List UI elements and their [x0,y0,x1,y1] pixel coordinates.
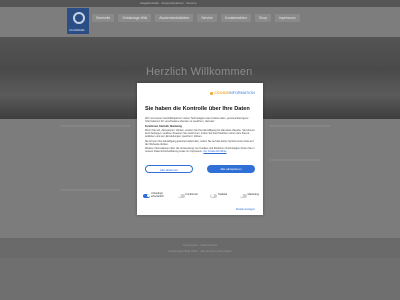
nav-item-impressum[interactable]: Impressum [274,14,300,22]
content-line [60,189,120,191]
nav-item-service[interactable]: Service [197,14,217,22]
toggle-functional: Funktional [177,193,198,198]
site-header: AKADEMIE Startseite Geldanlage-Wiki Akad… [0,7,400,37]
body-text: Weitere Informationen über die Verwendun… [145,147,255,154]
dialog-title: Sie haben die Kontrolle über Ihre Daten [145,106,250,112]
marketing-switch[interactable] [239,193,247,198]
statistics-switch[interactable] [210,193,217,198]
top-bar: Abgabenstelle · Ansprechpartner · Servic… [0,0,400,7]
switch-knob [240,194,244,198]
nav-item-wiki[interactable]: Geldanlage-Wiki [118,14,152,22]
body-paragraph: Weitere Informationen über die Verwendun… [145,147,255,153]
top-bar-text: Abgabenstelle · Ansprechpartner · Servic… [140,1,197,5]
switch-knob [210,194,214,198]
nav-item-startseite[interactable]: Startseite [92,14,115,22]
toggle-label: Statistik [218,193,228,197]
body-paragraph: Wir und unsere Geschäftspartner nutzen T… [145,117,249,124]
dialog-body: Wir und unsere Geschäftspartner nutzen T… [145,117,255,155]
necessary-switch[interactable] [143,193,150,198]
accept-all-button[interactable]: Alle akzeptieren [207,165,255,173]
toggle-label: Funktional [185,193,198,197]
nav-item-shop[interactable]: Shop [254,14,271,22]
switch-knob [146,194,150,198]
hero-title: Herzlich Willkommen [146,66,253,78]
content-line [60,125,130,127]
main-nav: Startseite Geldanlage-Wiki Akademiestati… [92,14,300,22]
cookie-consent-dialog: COOKIEINFORMATION Sie haben die Kontroll… [137,83,263,215]
brand-suffix: INFORMATION [229,91,255,95]
logo-mark-icon [73,12,85,24]
footer-line-1[interactable]: Impressum · Datenschutz [0,243,400,247]
body-paragraph: Wenn Sie auf „Akzeptieren“ klicken, erte… [145,129,255,139]
logo-label: AKADEMIE [69,28,85,32]
toggle-label: Marketing [247,193,259,197]
switch-knob [178,194,182,198]
toggle-necessary: Unbedingt erforderlich [143,192,165,199]
reject-all-button[interactable]: Alle ablehnen [145,165,193,173]
consent-toggles: Unbedingt erforderlich Funktional Statis… [143,192,259,199]
toggle-statistics: Statistik [210,194,227,198]
body-purposes: Funktional, Statistik, Marketing [145,124,182,128]
nav-item-kontakt[interactable]: Kontaktwahlen [220,14,251,22]
cookie-icon [210,91,214,95]
functional-switch[interactable] [177,193,185,198]
footer-line-2: Geldanlage-Wiki 2024 · Alle Rechte vorbe… [168,249,232,253]
body-paragraph: Sie können Ihre Einwilligung jederzeit w… [145,139,254,146]
cookie-brand: COOKIEINFORMATION [210,91,255,95]
brand-text: COOKIEINFORMATION [214,91,255,95]
brand-name: COOKIE [214,91,229,95]
cookie-policy-link[interactable]: Zur Cookie-Richtlinie [203,150,226,153]
content-line [270,159,320,161]
footer-bottom [0,258,400,300]
footer-top: Impressum · Datenschutz Geldanlage-Wiki … [0,238,400,258]
details-link[interactable]: Details anzeigen [236,208,255,211]
nav-item-statistiken[interactable]: Akademiestatistiken [155,14,194,22]
toggle-label: Unbedingt erforderlich [151,192,164,198]
content-line [270,125,330,127]
site-logo[interactable]: AKADEMIE [67,8,89,34]
toggle-marketing: Marketing [239,193,259,198]
